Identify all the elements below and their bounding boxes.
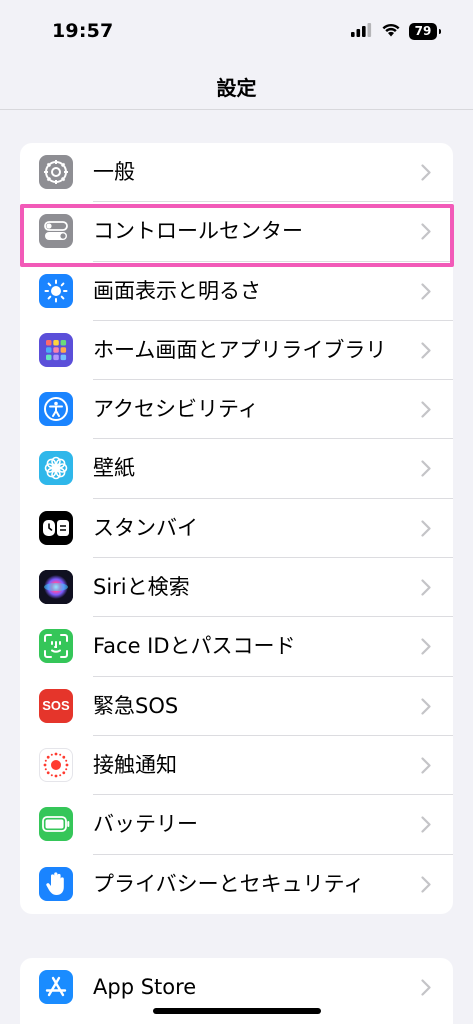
sos-icon: SOS [39,688,73,723]
app-grid-icon [39,332,73,367]
settings-row-standby[interactable]: スタンバイ [20,499,453,559]
toggles-icon [39,214,73,249]
settings-row-label: 壁紙 [93,456,135,481]
exposure-icon [39,747,73,782]
chevron-right-icon [421,164,431,185]
page-title: 設定 [216,76,257,100]
chevron-right-icon [421,816,431,837]
settings-row-accessibility[interactable]: アクセシビリティ [20,380,453,440]
status-time: 19:57 [52,20,114,42]
app-store-icon [39,970,73,1004]
settings-row-label: バッテリー [93,812,198,837]
sos-icon-text: SOS [42,698,70,714]
settings-row-face-id[interactable]: Face IDとパスコード [20,617,453,677]
settings-row-label: スタンバイ [93,515,198,540]
siri-icon [39,570,73,605]
cellular-signal-icon [351,22,373,41]
chevron-right-icon [421,757,431,778]
chevron-right-icon [421,282,431,304]
chevron-right-icon [421,579,431,600]
chevron-right-icon [421,698,431,719]
settings-row-label: Face IDとパスコード [93,634,296,659]
battery-icon [39,807,73,842]
flower-icon [39,451,73,486]
settings-row-label: コントロールセンター [93,219,303,244]
home-indicator [153,1008,321,1014]
standby-icon [39,510,73,545]
settings-row-label: ホーム画面とアプリライブラリ [93,337,387,362]
settings-row-app-grid[interactable]: ホーム画面とアプリライブラリ [20,321,453,381]
settings-row-label: プライバシーとセキュリティ [93,871,365,896]
wifi-icon [381,22,401,41]
chevron-right-icon [421,342,431,363]
sun-icon [39,273,73,308]
settings-row-sun[interactable]: 画面表示と明るさ [20,262,453,321]
settings-row-label: アクセシビリティ [93,397,259,422]
face-id-icon [39,629,73,664]
chevron-right-icon [421,401,431,422]
chevron-right-icon [421,520,431,541]
navigation-bar: 設定 [0,60,473,110]
settings-row-toggles[interactable]: コントロールセンター [20,202,453,262]
settings-row-label: Siriと検索 [93,575,190,600]
chevron-right-icon [421,460,431,481]
settings-row-exposure[interactable]: 接触通知 [20,736,453,796]
chevron-right-icon [421,875,431,897]
settings-group-store: App Store [20,958,453,1024]
settings-row-siri[interactable]: Siriと検索 [20,558,453,618]
settings-row-battery[interactable]: バッテリー [20,795,453,855]
chevron-right-icon [421,223,431,244]
settings-row-label: 緊急SOS [93,693,179,718]
settings-row-flower[interactable]: 壁紙 [20,439,453,499]
settings-row-sos[interactable]: SOS 緊急SOS [20,677,453,736]
status-bar: 19:57 79 [0,0,473,60]
settings-row-label: 接触通知 [93,752,177,777]
battery-indicator: 79 [409,22,441,40]
status-icons: 79 [351,20,441,42]
hand-icon [39,866,73,901]
chevron-right-icon [421,979,431,1000]
settings-row-label: 画面表示と明るさ [93,278,261,303]
settings-row-hand[interactable]: プライバシーとセキュリティ [20,855,453,914]
accessibility-icon [39,392,73,427]
settings-group-main: 一般コントロールセンター 画面表示と明るさホーム画面とアプリライブラリ アクセシビリ… [20,143,453,914]
chevron-right-icon [421,638,431,659]
settings-row-gear[interactable]: 一般 [20,143,453,203]
gear-icon [39,155,73,189]
settings-row-label: 一般 [93,160,135,184]
